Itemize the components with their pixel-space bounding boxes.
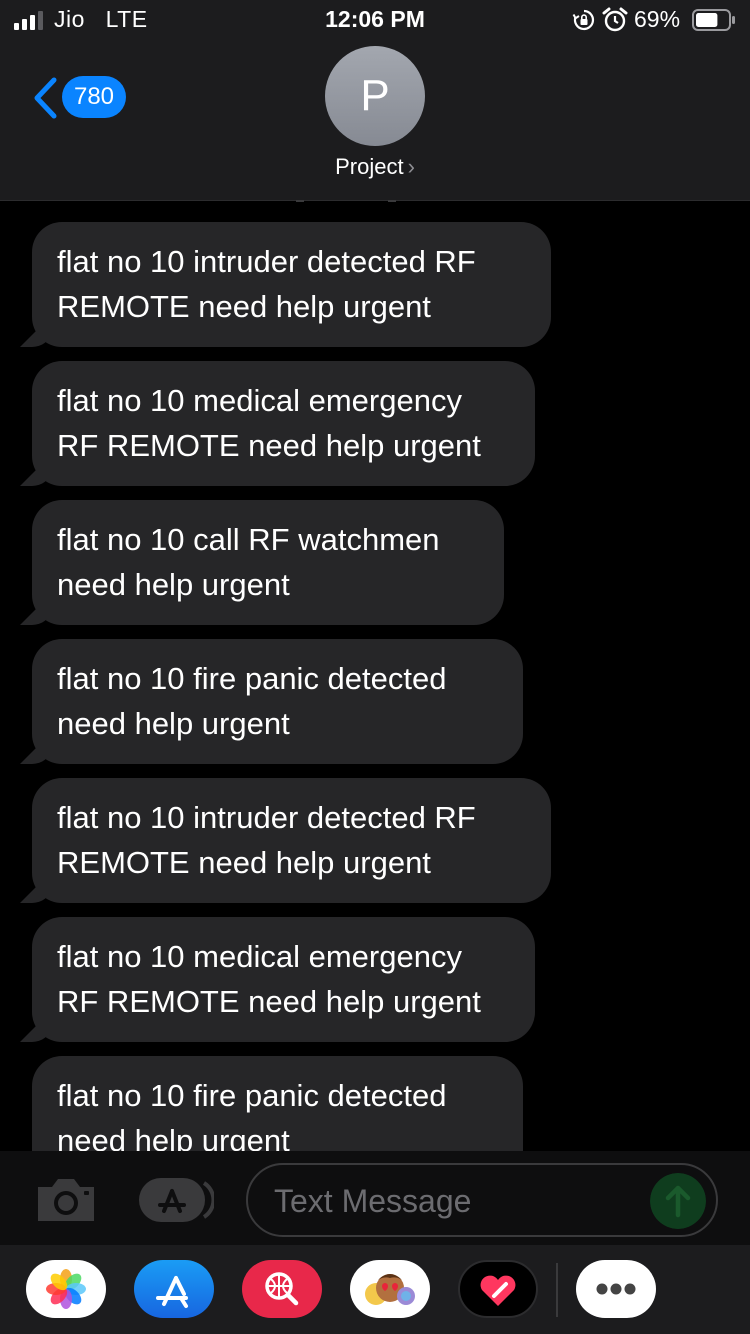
conversation-header: 780 P Project ›: [0, 40, 750, 201]
contact-avatar[interactable]: P: [325, 46, 425, 146]
message-bubble[interactable]: flat no 10 intruder detected RF REMOTE n…: [32, 778, 551, 903]
message-line: REMOTE need help urgent: [57, 289, 431, 324]
message-input-placeholder: Text Message: [274, 1183, 472, 1219]
back-button[interactable]: 780: [30, 76, 140, 120]
photos-icon[interactable]: [26, 1260, 106, 1318]
digital-touch-icon[interactable]: [458, 1260, 538, 1318]
message-line: REMOTE need help urgent: [57, 845, 431, 880]
alarm-icon: [602, 7, 628, 32]
camera-icon[interactable]: [34, 1175, 98, 1225]
message-bubble[interactable]: flat no 10 medical emergency RF REMOTE n…: [32, 917, 535, 1042]
send-button[interactable]: [650, 1173, 706, 1229]
message-thread[interactable]: flat no 10 intruder detected RF REMOTE n…: [0, 201, 750, 1151]
message-line: flat no 10 intruder detected RF: [57, 800, 476, 835]
app-store-drawer-icon[interactable]: [138, 1177, 214, 1223]
message-line: need help urgent: [57, 1123, 290, 1151]
message-bubble[interactable]: flat no 10 medical emergency RF REMOTE n…: [32, 361, 535, 486]
message-line: RF REMOTE need help urgent: [57, 984, 481, 1019]
message-input[interactable]: Text Message: [246, 1163, 718, 1237]
message-line: need help urgent: [57, 567, 290, 602]
message-line: flat no 10 medical emergency: [57, 939, 462, 974]
message-bubble[interactable]: flat no 10 call RF watchmen need help ur…: [32, 500, 504, 625]
message-bubble[interactable]: flat no 10 fire panic detected need help…: [32, 1056, 523, 1151]
message-line: flat no 10 medical emergency: [57, 383, 462, 418]
compose-bar: Text Message: [0, 1151, 750, 1245]
message-line: need help urgent: [57, 706, 290, 741]
contact-name: Project: [335, 154, 404, 179]
chevron-left-icon: [34, 77, 57, 119]
contact-name-button[interactable]: Project ›: [0, 154, 750, 180]
chevron-right-icon: ›: [407, 154, 415, 179]
rotation-lock-icon: [572, 9, 595, 31]
battery-percent: 69%: [634, 6, 681, 32]
memoji-icon[interactable]: [350, 1260, 430, 1318]
message-bubble[interactable]: flat no 10 fire panic detected need help…: [32, 639, 523, 764]
message-line: RF REMOTE need help urgent: [57, 428, 481, 463]
web-search-icon[interactable]: [242, 1260, 322, 1318]
status-bar: Jio LTE 12:06 PM 69%: [0, 0, 750, 40]
battery-icon: [692, 9, 735, 31]
message-line: flat no 10 fire panic detected: [57, 661, 447, 696]
message-line: flat no 10 fire panic detected: [57, 1078, 447, 1113]
more-icon[interactable]: [576, 1260, 656, 1318]
message-line: flat no 10 call RF watchmen: [57, 522, 440, 557]
app-store-icon[interactable]: [134, 1260, 214, 1318]
drawer-separator: [556, 1263, 558, 1317]
message-line: flat no 10 intruder detected RF: [57, 244, 476, 279]
app-drawer: [0, 1245, 750, 1334]
unread-count-badge: 780: [62, 76, 126, 118]
message-bubble[interactable]: flat no 10 intruder detected RF REMOTE n…: [32, 222, 551, 347]
